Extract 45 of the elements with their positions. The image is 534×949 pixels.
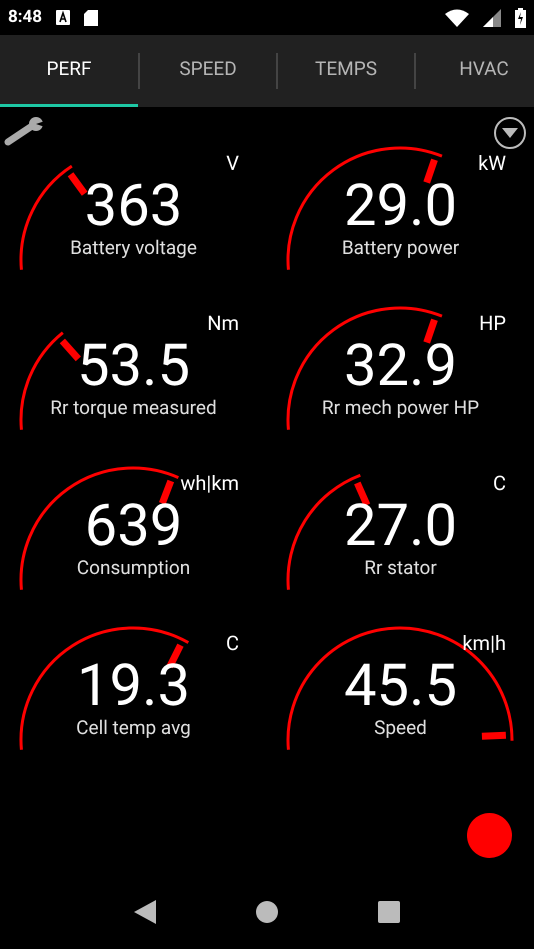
tab[interactable]: HVAC [416, 35, 534, 107]
gauge-value: 32.9 [344, 336, 458, 396]
unit-label: wh|km [180, 470, 239, 496]
gauge-needle [423, 158, 438, 184]
tab[interactable]: TEMPS [278, 35, 414, 107]
unit-label: C [226, 630, 239, 656]
gauge-label: Rr mech power HP [322, 396, 480, 420]
battery-icon [515, 8, 526, 28]
wifi-icon [445, 8, 469, 26]
gauge-value: 363 [84, 176, 182, 236]
gauge-label: Cell temp avg [76, 716, 191, 740]
notification-icon [56, 10, 70, 25]
unit-label: V [226, 150, 239, 176]
record-button[interactable] [467, 813, 512, 858]
gauge-needle [60, 338, 81, 362]
gauge-value: 45.5 [344, 656, 458, 716]
gauge-label: Rr torque measured [50, 396, 217, 420]
gauge-label: Rr stator [364, 556, 437, 580]
gauge-label: Battery power [342, 236, 460, 260]
caret-icon [502, 128, 518, 138]
sd-card-icon [84, 10, 98, 26]
back-icon[interactable] [134, 900, 156, 924]
gauge-needle [423, 318, 438, 344]
gauge-value: 53.5 [76, 336, 190, 396]
unit-label: C [492, 470, 506, 496]
unit-label: kW [478, 150, 506, 176]
unit-label: km|h [462, 630, 506, 656]
tab[interactable]: SPEED [140, 35, 276, 107]
home-icon[interactable] [256, 901, 278, 923]
signal-icon [483, 8, 501, 26]
unit-label: Nm [207, 310, 239, 336]
gauge-label: Consumption [76, 556, 190, 580]
status-time: 8:48 [8, 6, 42, 29]
wrench-icon [4, 116, 46, 146]
gauge-value: 27.0 [344, 496, 458, 556]
gauge-needle [68, 172, 88, 196]
dropdown-button[interactable] [494, 117, 526, 149]
gauge-value: 19.3 [76, 656, 190, 716]
gauge-label: Battery voltage [70, 236, 197, 260]
gauge-value: 29.0 [344, 176, 458, 236]
unit-label: HP [479, 310, 506, 336]
gauge-value: 639 [84, 496, 182, 556]
gauge-label: Speed [374, 716, 427, 740]
gauge-needle [482, 732, 506, 740]
gauge-needle [158, 480, 174, 505]
